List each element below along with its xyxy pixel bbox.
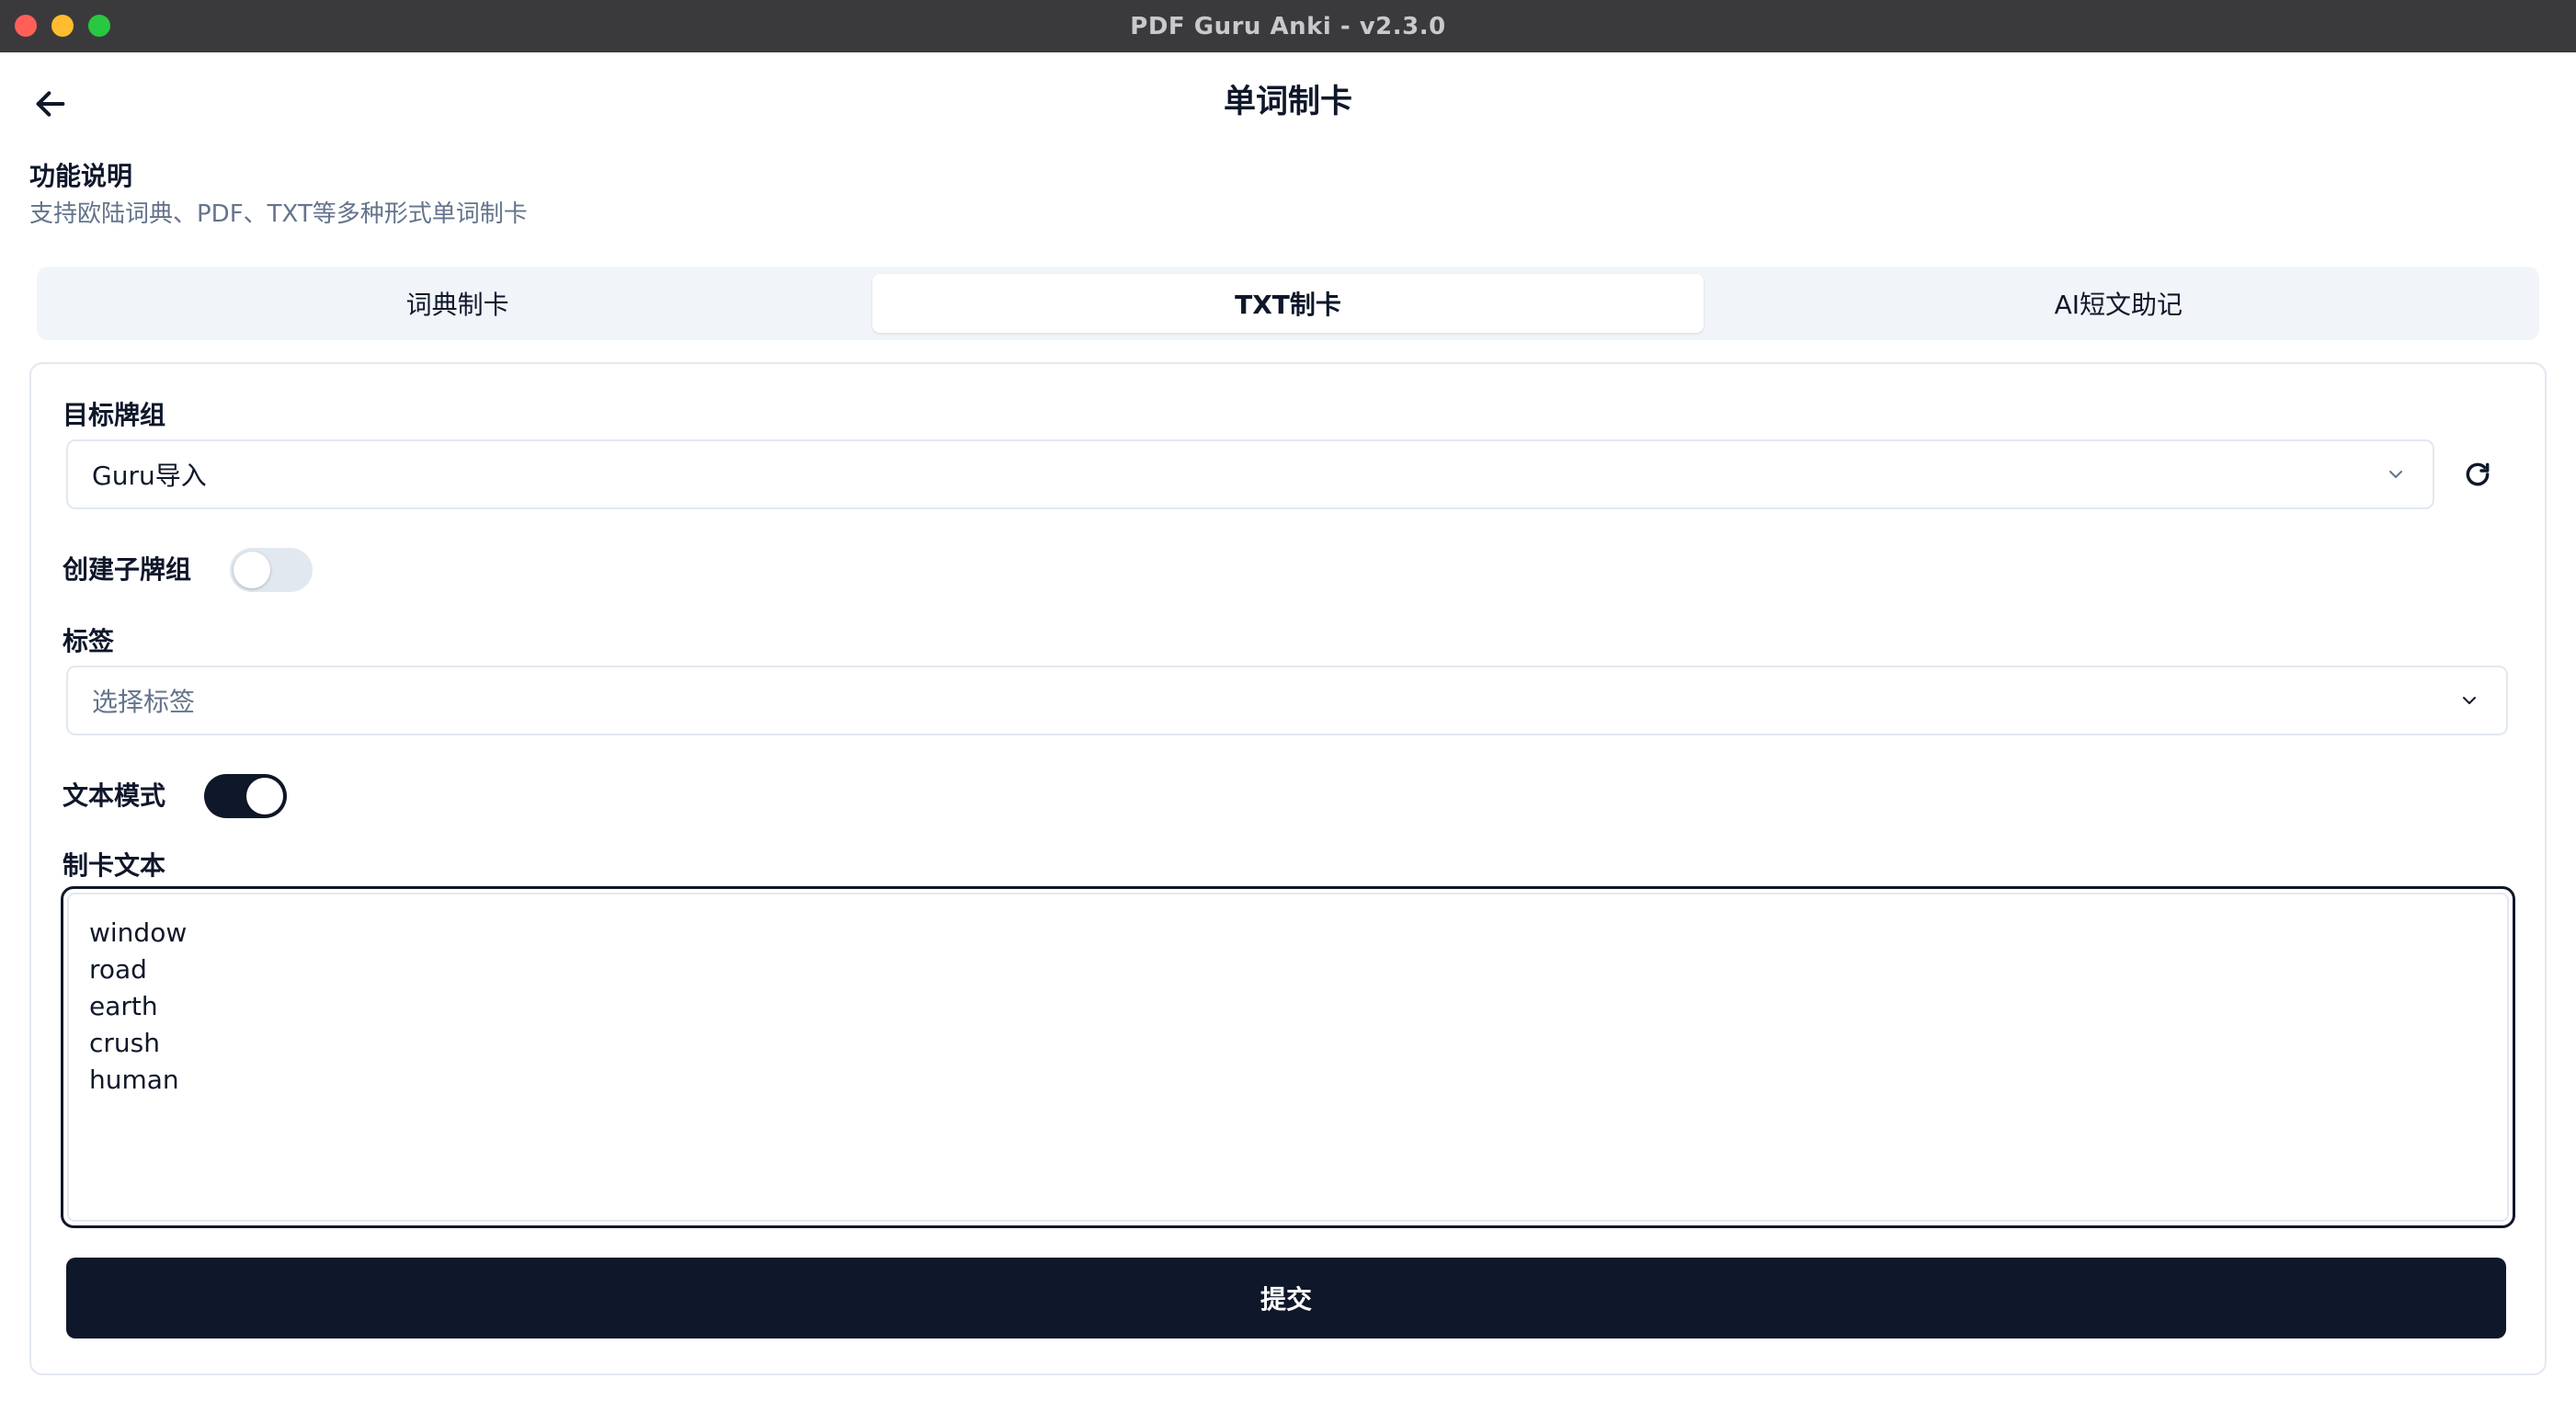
chevron-down-icon	[2383, 461, 2409, 487]
toggle-knob	[246, 778, 283, 814]
page-title: 单词制卡	[1223, 84, 1352, 120]
card-text-focus-ring: window road earth crush human	[61, 886, 2515, 1228]
text-mode-label: 文本模式	[63, 780, 166, 811]
card-text-label: 制卡文本	[63, 850, 166, 881]
tags-placeholder: 选择标签	[92, 687, 196, 717]
tab-ai-mnemonic[interactable]: AI短文助记	[1704, 274, 2534, 333]
chevron-down-icon	[2456, 688, 2482, 713]
description-text: 支持欧陆词典、PDF、TXT等多种形式单词制卡	[29, 200, 528, 228]
back-button[interactable]	[28, 81, 74, 127]
target-deck-select[interactable]: Guru导入	[66, 439, 2434, 509]
minimize-window-button[interactable]	[51, 15, 74, 37]
tab-txt[interactable]: TXT制卡	[872, 274, 1704, 333]
tab-dictionary[interactable]: 词典制卡	[42, 274, 872, 333]
tags-select[interactable]: 选择标签	[66, 666, 2508, 735]
card-text-area[interactable]: window road earth crush human	[67, 893, 2509, 1222]
zoom-window-button[interactable]	[88, 15, 110, 37]
window-title: PDF Guru Anki - v2.3.0	[1130, 12, 1446, 40]
target-deck-label: 目标牌组	[63, 400, 166, 430]
text-mode-toggle[interactable]	[204, 774, 287, 818]
create-subdeck-label: 创建子牌组	[63, 554, 192, 585]
toggle-knob	[234, 552, 270, 588]
create-subdeck-toggle[interactable]	[230, 548, 313, 592]
description-title: 功能说明	[29, 161, 133, 191]
mode-tabs: 词典制卡 TXT制卡 AI短文助记	[37, 267, 2539, 340]
tags-label: 标签	[63, 626, 115, 656]
title-bar: PDF Guru Anki - v2.3.0	[0, 0, 2576, 52]
refresh-decks-button[interactable]	[2453, 450, 2502, 499]
submit-button[interactable]: 提交	[66, 1258, 2506, 1338]
refresh-icon	[2466, 462, 2490, 486]
app-window: PDF Guru Anki - v2.3.0 单词制卡 功能说明 支持欧陆词典、…	[0, 0, 2576, 1401]
close-window-button[interactable]	[15, 15, 37, 37]
form-card: 目标牌组 Guru导入 创建子牌组 标签 选择标签 文本模式 制卡文本 wind…	[29, 362, 2547, 1375]
arrow-left-icon	[36, 91, 65, 117]
target-deck-value: Guru导入	[92, 461, 207, 491]
